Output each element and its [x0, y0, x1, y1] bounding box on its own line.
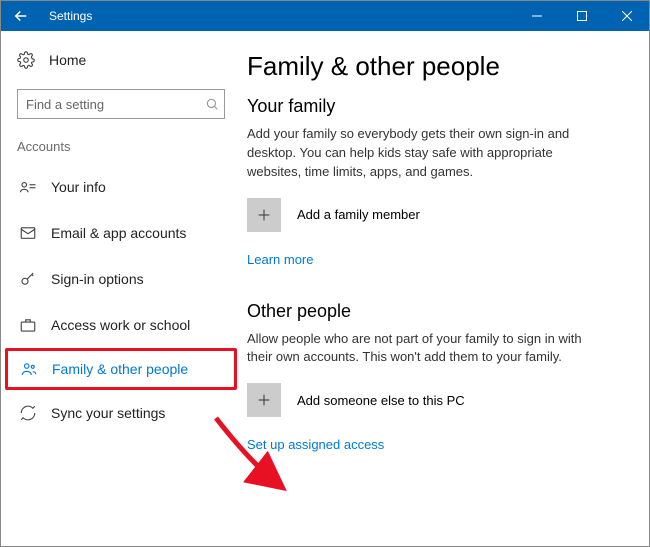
back-button[interactable] — [1, 1, 41, 31]
maximize-button[interactable] — [559, 1, 604, 31]
arrow-left-icon — [12, 7, 30, 25]
main-panel: Family & other people Your family Add yo… — [241, 31, 649, 546]
close-icon — [622, 11, 632, 21]
key-icon — [19, 270, 37, 288]
close-button[interactable] — [604, 1, 649, 31]
add-someone-label: Add someone else to this PC — [297, 393, 465, 408]
family-subheading: Your family — [247, 96, 625, 117]
sidebar-item-label: Access work or school — [51, 317, 190, 333]
sync-icon — [19, 404, 37, 422]
sidebar-item-signin[interactable]: Sign-in options — [1, 256, 241, 302]
plus-icon — [256, 392, 272, 408]
sidebar-item-label: Family & other people — [52, 361, 188, 377]
sidebar: Home Accounts Your info Email & app acco… — [1, 31, 241, 546]
maximize-icon — [577, 11, 587, 21]
email-icon — [19, 224, 37, 242]
other-subheading: Other people — [247, 301, 625, 322]
home-label: Home — [49, 52, 86, 68]
section-label: Accounts — [1, 133, 241, 164]
sidebar-item-label: Sync your settings — [51, 405, 165, 421]
sidebar-item-label: Your info — [51, 179, 106, 195]
people-icon — [20, 360, 38, 378]
person-card-icon — [19, 178, 37, 196]
home-nav[interactable]: Home — [1, 43, 241, 77]
page-title: Family & other people — [247, 51, 625, 82]
gear-icon — [17, 51, 35, 69]
minimize-button[interactable] — [514, 1, 559, 31]
search-box — [17, 89, 225, 119]
assigned-access-link[interactable]: Set up assigned access — [247, 437, 384, 452]
search-icon — [205, 97, 219, 111]
sidebar-item-email[interactable]: Email & app accounts — [1, 210, 241, 256]
titlebar: Settings — [1, 1, 649, 31]
minimize-icon — [532, 11, 542, 21]
search-input[interactable] — [17, 89, 225, 119]
sidebar-item-sync[interactable]: Sync your settings — [1, 390, 241, 436]
other-description: Allow people who are not part of your fa… — [247, 330, 587, 368]
sidebar-item-work[interactable]: Access work or school — [1, 302, 241, 348]
sidebar-item-your-info[interactable]: Your info — [1, 164, 241, 210]
sidebar-item-family[interactable]: Family & other people — [5, 348, 237, 390]
window-controls — [514, 1, 649, 31]
add-family-button[interactable]: Add a family member — [247, 198, 625, 232]
briefcase-icon — [19, 316, 37, 334]
plus-button — [247, 383, 281, 417]
add-someone-button[interactable]: Add someone else to this PC — [247, 383, 625, 417]
add-family-label: Add a family member — [297, 207, 420, 222]
window-title: Settings — [41, 9, 92, 23]
plus-icon — [256, 207, 272, 223]
sidebar-item-label: Sign-in options — [51, 271, 144, 287]
learn-more-link[interactable]: Learn more — [247, 252, 313, 267]
sidebar-item-label: Email & app accounts — [51, 225, 186, 241]
family-description: Add your family so everybody gets their … — [247, 125, 587, 182]
plus-button — [247, 198, 281, 232]
